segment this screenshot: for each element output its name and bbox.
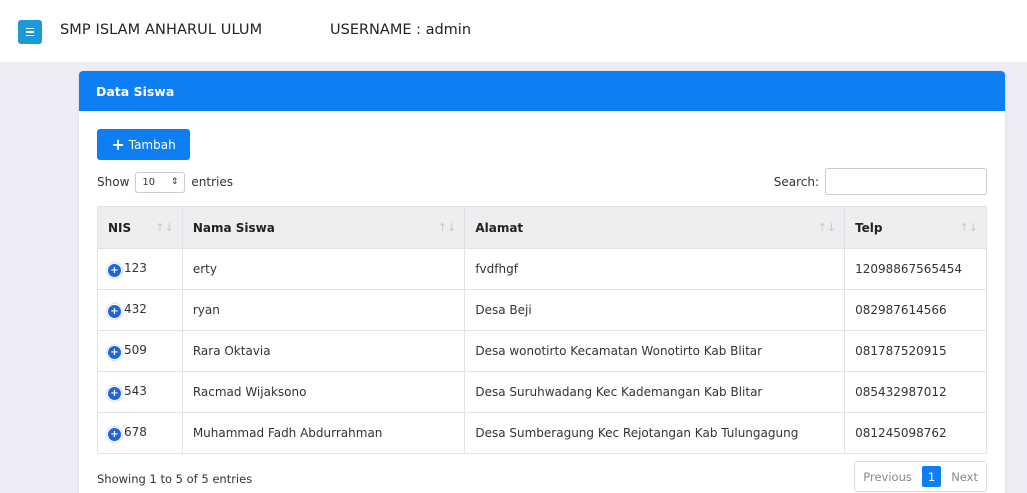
next-button[interactable]: Next [943,462,986,491]
cell-nama: erty [181,248,466,290]
table-header-row: NIS ↑↓ Nama Siswa ↑↓ Alamat ↑↓ Telp ↑↓ [97,206,987,249]
cell-nama: Racmad Wijaksono [181,371,466,413]
search-label: Search: [773,174,819,189]
cell-alamat: fvdfhgf [464,248,846,290]
student-table: NIS ↑↓ Nama Siswa ↑↓ Alamat ↑↓ Telp ↑↓ +… [97,206,987,454]
cell-nama: ryan [181,289,466,331]
column-header-alamat[interactable]: Alamat ↑↓ [464,206,846,249]
cell-nis: +123 [97,248,183,290]
cell-nis: +509 [97,330,183,372]
entries-length-control: Show 10 ⇕ entries [97,170,233,194]
table-row: +543 Racmad Wijaksono Desa Suruhwadang K… [97,371,987,413]
cell-alamat: Desa Beji [464,289,846,331]
cell-alamat: Desa Sumberagung Kec Rejotangan Kab Tulu… [464,412,846,454]
search-control: Search: [774,168,987,195]
sort-icon: ↑↓ [817,221,837,234]
expand-icon[interactable]: + [108,346,121,359]
card-title: Data Siswa [96,83,175,99]
expand-icon[interactable]: + [108,305,121,318]
table-row: +509 Rara Oktavia Desa wonotirto Kecamat… [97,330,987,372]
entries-value: 10 [142,176,156,188]
data-card: Data Siswa + Tambah Show 10 ⇕ entries Se… [79,71,1005,493]
menu-icon[interactable] [18,20,42,44]
username-label: USERNAME : admin [330,22,472,38]
cell-alamat: Desa Suruhwadang Kec Kademangan Kab Blit… [464,371,846,413]
table-row: +678 Muhammad Fadh Abdurrahman Desa Sumb… [97,412,987,454]
top-navbar: SMP ISLAM ANHARUL ULUM USERNAME : admin [0,0,1027,62]
sort-icon: ↑↓ [437,221,457,234]
page-button-1[interactable]: 1 [921,466,942,487]
column-header-nama[interactable]: Nama Siswa ↑↓ [181,206,466,249]
table-info: Showing 1 to 5 of 5 entries [97,472,253,486]
previous-button[interactable]: Previous [855,462,920,491]
card-header: Data Siswa [79,71,1005,111]
search-input[interactable] [825,168,987,195]
column-header-nis[interactable]: NIS ↑↓ [97,206,183,249]
cell-telp: 081787520915 [844,330,987,372]
pagination: Previous 1 Next [854,461,987,492]
sort-icon: ↑↓ [959,221,978,234]
show-label: Show [97,175,130,189]
add-button-label: Tambah [128,137,176,152]
entries-label: entries [191,175,233,189]
column-header-telp[interactable]: Telp ↑↓ [844,206,987,249]
expand-icon[interactable]: + [108,264,121,277]
cell-nama: Rara Oktavia [181,330,466,372]
add-button[interactable]: + Tambah [97,129,190,160]
sort-icon: ↑↓ [155,221,174,234]
cell-telp: 082987614566 [844,289,987,331]
cell-nama: Muhammad Fadh Abdurrahman [181,412,466,454]
entries-select[interactable]: 10 ⇕ [135,171,186,193]
cell-nis: +432 [97,289,183,331]
table-row: +432 ryan Desa Beji 082987614566 [97,289,987,331]
plus-icon: + [111,134,125,154]
expand-icon[interactable]: + [108,428,121,441]
expand-icon[interactable]: + [108,387,121,400]
sort-arrows-icon: ⇕ [170,177,179,187]
cell-nis: +678 [97,412,183,454]
cell-telp: 12098867565454 [844,248,987,290]
table-row: +123 erty fvdfhgf 12098867565454 [97,248,987,290]
cell-telp: 081245098762 [844,412,987,454]
app-title: SMP ISLAM ANHARUL ULUM [60,22,263,38]
cell-alamat: Desa wonotirto Kecamatan Wonotirto Kab B… [464,330,846,372]
cell-nis: +543 [97,371,183,413]
cell-telp: 085432987012 [844,371,987,413]
